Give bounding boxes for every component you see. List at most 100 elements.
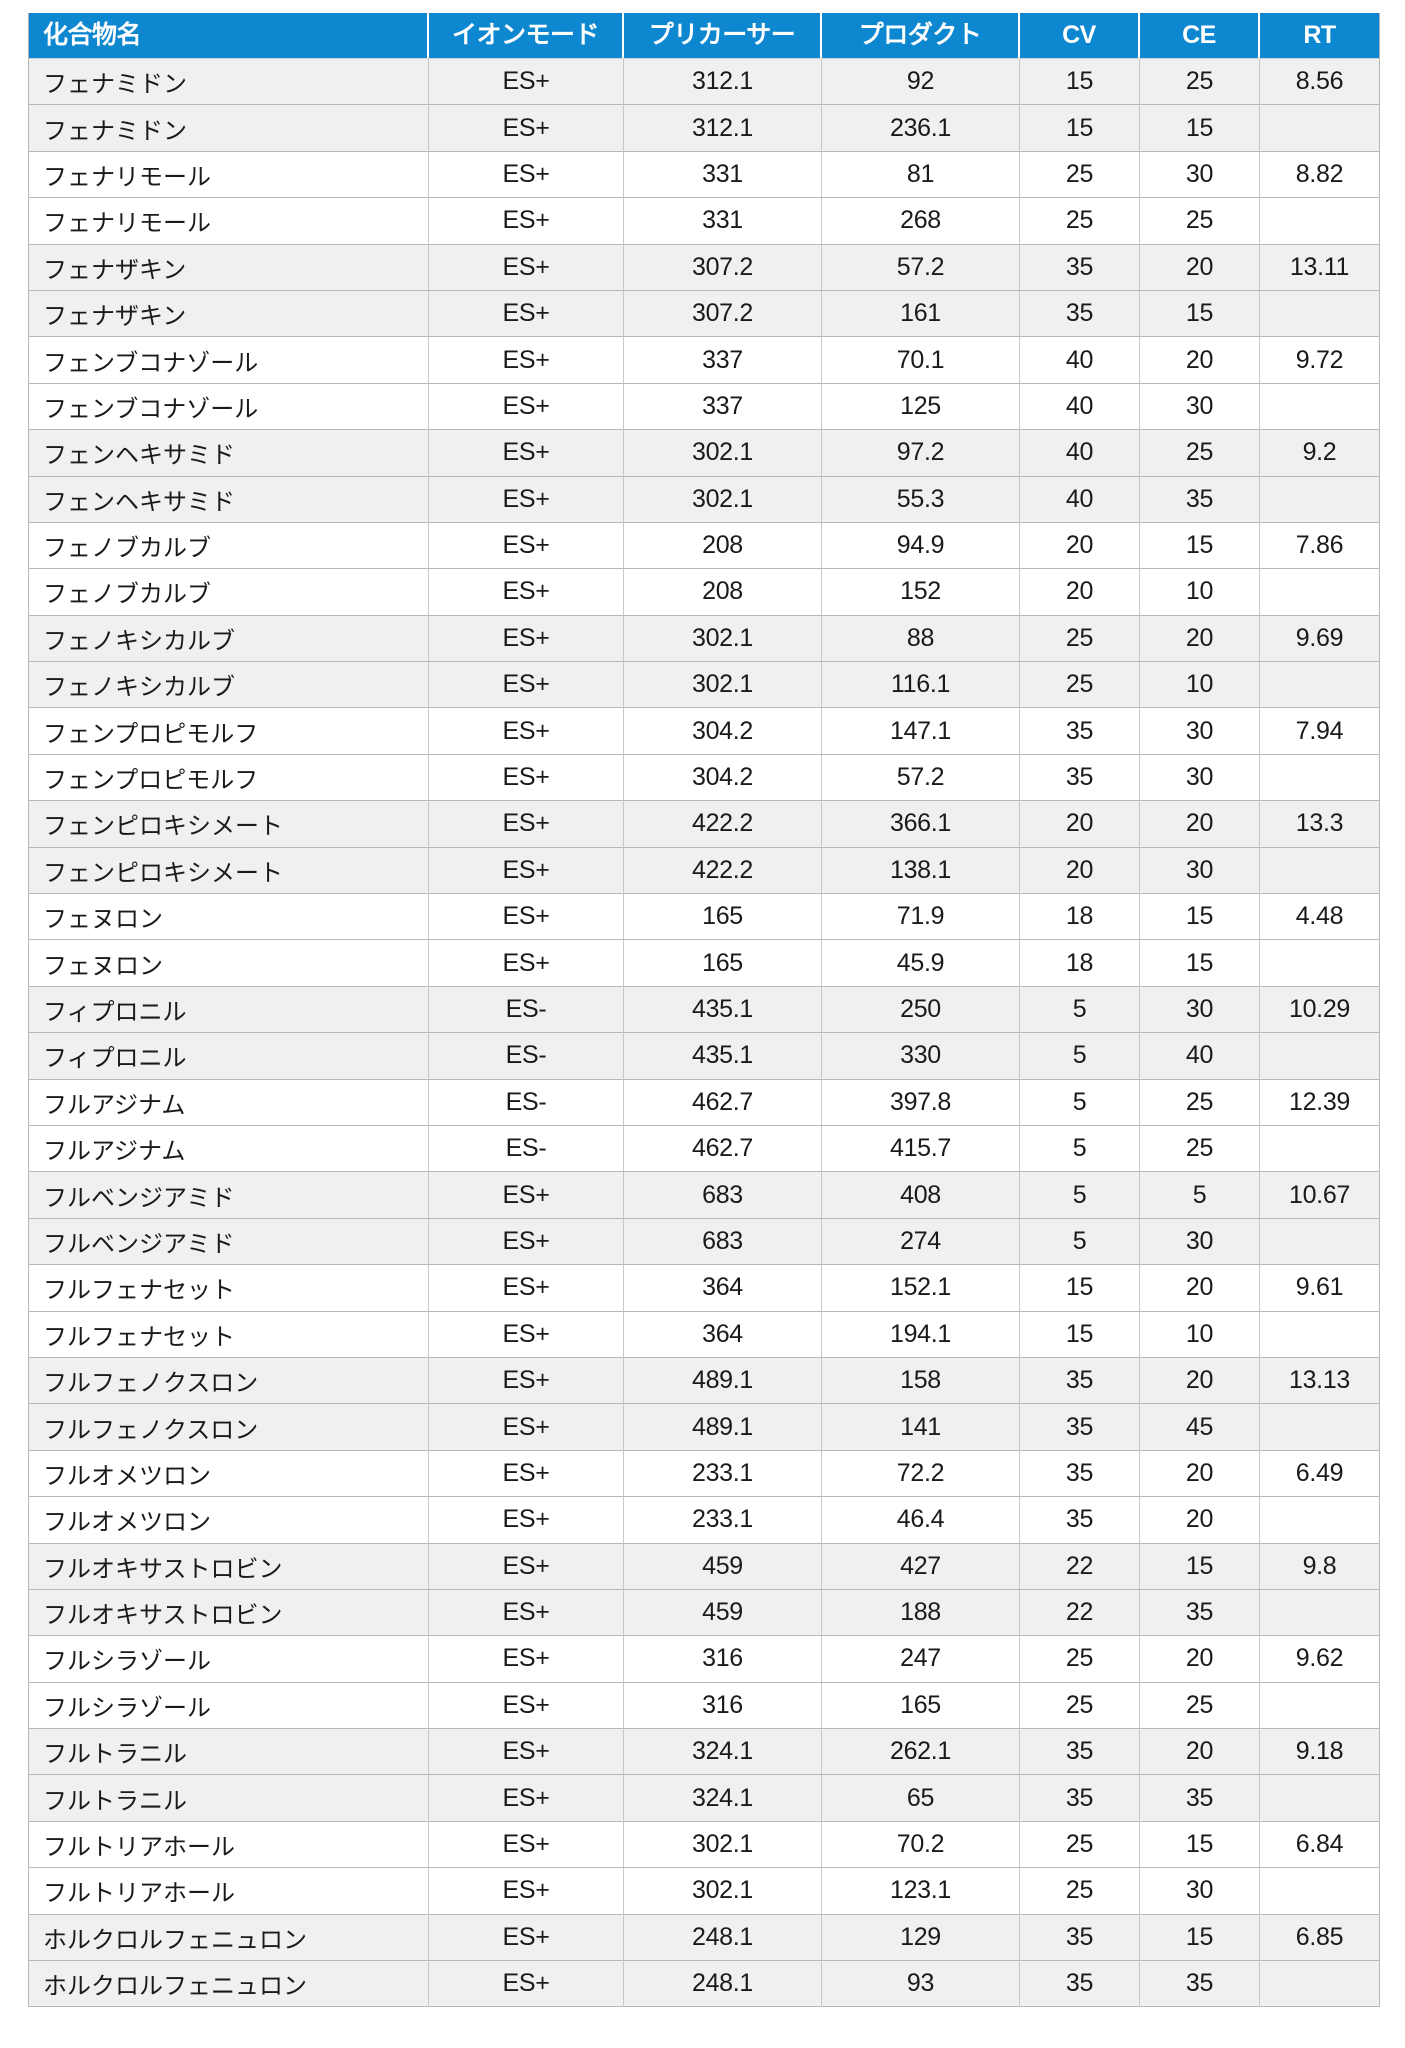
cell-ce: 5 xyxy=(1140,1172,1260,1219)
cell-ce: 20 xyxy=(1140,801,1260,848)
cell-cv: 22 xyxy=(1020,1589,1140,1637)
cell-product: 152 xyxy=(822,569,1020,616)
cell-cv: 35 xyxy=(1020,1729,1140,1776)
cell-precursor: 165 xyxy=(624,940,822,987)
cell-cv: 25 xyxy=(1020,1868,1140,1915)
cell-cv: 40 xyxy=(1020,337,1140,384)
cell-rt xyxy=(1260,383,1379,431)
cell-ion_mode: ES+ xyxy=(429,847,624,895)
cell-rt: 9.72 xyxy=(1260,337,1379,384)
cell-cv: 35 xyxy=(1020,290,1140,338)
cell-product: 116.1 xyxy=(822,662,1020,709)
cell-ion_mode: ES+ xyxy=(429,151,624,199)
cell-precursor: 208 xyxy=(624,569,822,616)
cell-ce: 10 xyxy=(1140,662,1260,709)
cell-rt: 9.62 xyxy=(1260,1636,1379,1683)
cell-compound: フルフェナセット xyxy=(29,1311,429,1358)
cell-cv: 15 xyxy=(1020,1311,1140,1358)
cell-compound: フルアジナム xyxy=(29,1125,429,1173)
cell-rt: 9.61 xyxy=(1260,1265,1379,1312)
cell-ce: 30 xyxy=(1140,1218,1260,1266)
cell-cv: 25 xyxy=(1020,1821,1140,1869)
cell-product: 71.9 xyxy=(822,894,1020,941)
cell-product: 88 xyxy=(822,615,1020,663)
cell-product: 262.1 xyxy=(822,1729,1020,1776)
cell-precursor: 302.1 xyxy=(624,662,822,709)
cell-ce: 25 xyxy=(1140,1079,1260,1126)
cell-precursor: 337 xyxy=(624,337,822,384)
cell-ion_mode: ES+ xyxy=(429,754,624,802)
cell-cv: 20 xyxy=(1020,522,1140,570)
cell-precursor: 364 xyxy=(624,1265,822,1312)
cell-ion_mode: ES+ xyxy=(429,1497,624,1544)
cell-ce: 15 xyxy=(1140,1821,1260,1869)
cell-rt: 13.3 xyxy=(1260,801,1379,848)
cell-cv: 5 xyxy=(1020,1125,1140,1173)
cell-precursor: 302.1 xyxy=(624,476,822,523)
cell-product: 57.2 xyxy=(822,244,1020,291)
cell-ion_mode: ES+ xyxy=(429,615,624,663)
cell-rt xyxy=(1260,569,1379,616)
column-header-precursor: プリカーサー xyxy=(624,13,822,58)
table-row: フェノブカルブ ES+ 208 94.9 20 15 7.86 xyxy=(29,522,1379,570)
table-row: フルオキサストロビン ES+ 459 188 22 35 xyxy=(29,1589,1379,1637)
cell-cv: 25 xyxy=(1020,198,1140,245)
cell-compound: フルフェノクスロン xyxy=(29,1404,429,1451)
cell-ion_mode: ES+ xyxy=(429,1775,624,1822)
cell-rt xyxy=(1260,754,1379,802)
cell-ion_mode: ES+ xyxy=(429,1589,624,1637)
cell-compound: フィプロニル xyxy=(29,986,429,1034)
table-row: フルオキサストロビン ES+ 459 427 22 15 9.8 xyxy=(29,1543,1379,1590)
cell-compound: フルベンジアミド xyxy=(29,1218,429,1266)
cell-cv: 25 xyxy=(1020,151,1140,199)
cell-cv: 15 xyxy=(1020,58,1140,106)
cell-ion_mode: ES- xyxy=(429,1079,624,1126)
cell-precursor: 312.1 xyxy=(624,58,822,106)
cell-ion_mode: ES+ xyxy=(429,58,624,106)
table-body: フェナミドン ES+ 312.1 92 15 25 8.56 フェナミドン ES+ 312.1 23… xyxy=(29,58,1379,2008)
cell-ce: 25 xyxy=(1140,1682,1260,1730)
cell-compound: フルフェナセット xyxy=(29,1265,429,1312)
cell-ion_mode: ES+ xyxy=(429,1914,624,1962)
cell-compound: フェナミドン xyxy=(29,58,429,106)
cell-product: 92 xyxy=(822,58,1020,106)
cell-rt: 13.13 xyxy=(1260,1357,1379,1405)
cell-cv: 25 xyxy=(1020,662,1140,709)
cell-compound: フルオキサストロビン xyxy=(29,1589,429,1637)
cell-rt: 6.84 xyxy=(1260,1821,1379,1869)
cell-product: 158 xyxy=(822,1357,1020,1405)
cell-precursor: 683 xyxy=(624,1218,822,1266)
table-row: フルトリアホール ES+ 302.1 70.2 25 15 6.84 xyxy=(29,1821,1379,1869)
cell-cv: 35 xyxy=(1020,1497,1140,1544)
cell-product: 250 xyxy=(822,986,1020,1034)
cell-ce: 25 xyxy=(1140,58,1260,106)
cell-product: 57.2 xyxy=(822,754,1020,802)
cell-rt xyxy=(1260,1218,1379,1266)
cell-product: 415.7 xyxy=(822,1125,1020,1173)
cell-precursor: 422.2 xyxy=(624,847,822,895)
cell-rt xyxy=(1260,1961,1379,2008)
cell-ce: 35 xyxy=(1140,1775,1260,1822)
cell-ce: 20 xyxy=(1140,615,1260,663)
cell-compound: ホルクロルフェニュロン xyxy=(29,1961,429,2008)
cell-ce: 30 xyxy=(1140,986,1260,1034)
cell-rt xyxy=(1260,1404,1379,1451)
cell-rt: 7.86 xyxy=(1260,522,1379,570)
cell-precursor: 307.2 xyxy=(624,244,822,291)
cell-ion_mode: ES- xyxy=(429,1033,624,1080)
cell-compound: フェノキシカルブ xyxy=(29,662,429,709)
table-row: フルシラゾール ES+ 316 165 25 25 xyxy=(29,1682,1379,1730)
table-row: フルオメツロン ES+ 233.1 46.4 35 20 xyxy=(29,1497,1379,1544)
cell-precursor: 302.1 xyxy=(624,1821,822,1869)
cell-rt xyxy=(1260,1125,1379,1173)
cell-product: 45.9 xyxy=(822,940,1020,987)
cell-cv: 18 xyxy=(1020,940,1140,987)
cell-cv: 25 xyxy=(1020,615,1140,663)
table-row: フェノブカルブ ES+ 208 152 20 10 xyxy=(29,569,1379,616)
table-row: フェンブコナゾール ES+ 337 70.1 40 20 9.72 xyxy=(29,337,1379,384)
cell-ion_mode: ES+ xyxy=(429,1357,624,1405)
cell-product: 125 xyxy=(822,383,1020,431)
cell-ion_mode: ES+ xyxy=(429,198,624,245)
cell-compound: フルオメツロン xyxy=(29,1497,429,1544)
cell-ce: 20 xyxy=(1140,1265,1260,1312)
